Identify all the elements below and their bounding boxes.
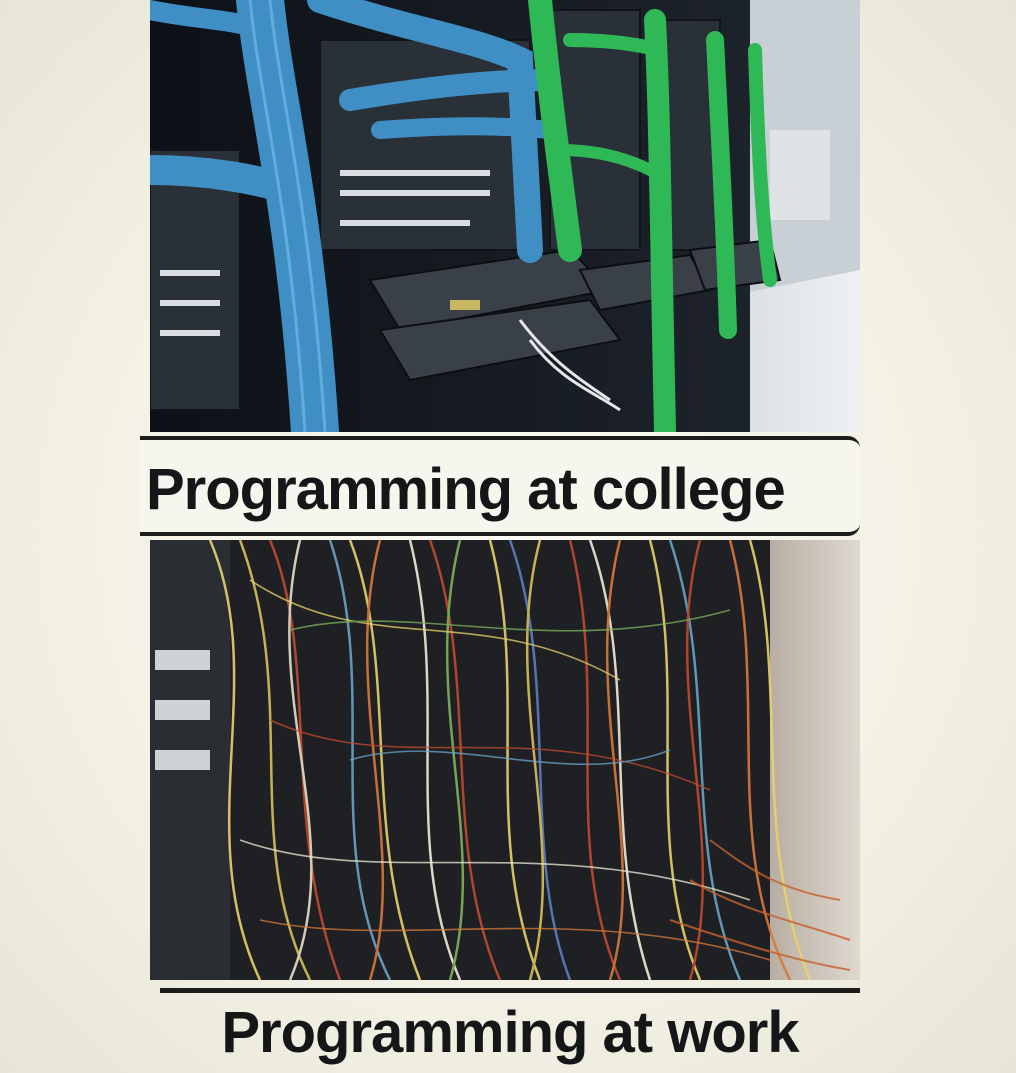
meme-image: Programming at college Programming at wo…	[0, 0, 1016, 1071]
messy-cables-photo	[150, 540, 860, 980]
top-caption: Programming at college	[140, 436, 860, 536]
neat-server-rack-photo	[150, 0, 860, 432]
bottom-caption: Programming at work	[160, 988, 860, 1073]
